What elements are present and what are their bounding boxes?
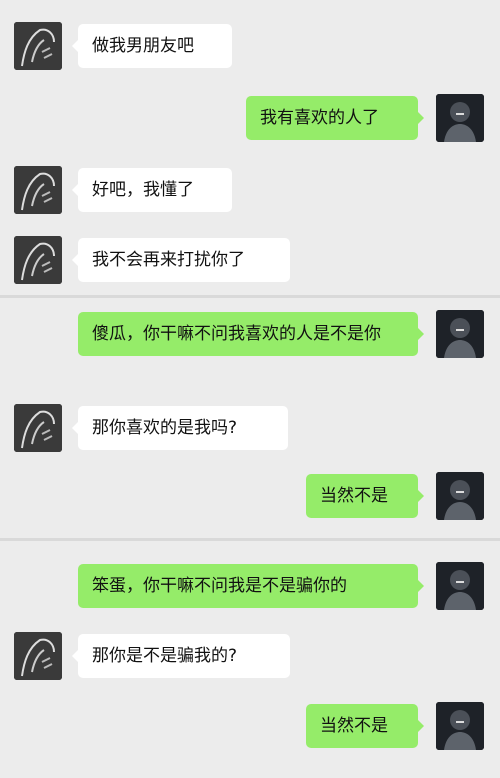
sketch-face-avatar-icon [14, 22, 62, 70]
dark-portrait-avatar-icon [436, 472, 484, 520]
dark-portrait-avatar-icon [436, 310, 484, 358]
message-bubble[interactable]: 好吧，我懂了 [72, 168, 232, 212]
message-bubble[interactable]: 傻瓜，你干嘛不问我喜欢的人是不是你 [78, 312, 424, 356]
message-bubble[interactable]: 我不会再来打扰你了 [72, 238, 290, 282]
message-bubble[interactable]: 那你是不是骗我的? [72, 634, 290, 678]
contact-avatar-icon[interactable] [14, 22, 62, 70]
message-bubble[interactable]: 那你喜欢的是我吗? [72, 406, 288, 450]
sketch-face-avatar-icon [14, 236, 62, 284]
message-bubble[interactable]: 做我男朋友吧 [72, 24, 232, 68]
user-avatar-icon[interactable] [436, 562, 484, 610]
sketch-face-avatar-icon [14, 404, 62, 452]
dark-portrait-avatar-icon [436, 94, 484, 142]
contact-avatar-icon[interactable] [14, 236, 62, 284]
section-divider [0, 295, 500, 298]
message-bubble[interactable]: 当然不是 [306, 474, 424, 518]
contact-avatar-icon[interactable] [14, 166, 62, 214]
user-avatar-icon[interactable] [436, 94, 484, 142]
message-bubble[interactable]: 我有喜欢的人了 [246, 96, 424, 140]
user-avatar-icon[interactable] [436, 472, 484, 520]
contact-avatar-icon[interactable] [14, 632, 62, 680]
user-avatar-icon[interactable] [436, 702, 484, 750]
section-divider [0, 538, 500, 541]
dark-portrait-avatar-icon [436, 562, 484, 610]
dark-portrait-avatar-icon [436, 702, 484, 750]
sketch-face-avatar-icon [14, 632, 62, 680]
message-bubble[interactable]: 当然不是 [306, 704, 424, 748]
sketch-face-avatar-icon [14, 166, 62, 214]
contact-avatar-icon[interactable] [14, 404, 62, 452]
chat-screen: 做我男朋友吧 我有喜欢的人了 好吧，我懂了 我不会再来打扰你了 傻瓜，你干嘛不问… [0, 0, 500, 778]
user-avatar-icon[interactable] [436, 310, 484, 358]
message-bubble[interactable]: 笨蛋，你干嘛不问我是不是骗你的 [78, 564, 424, 608]
